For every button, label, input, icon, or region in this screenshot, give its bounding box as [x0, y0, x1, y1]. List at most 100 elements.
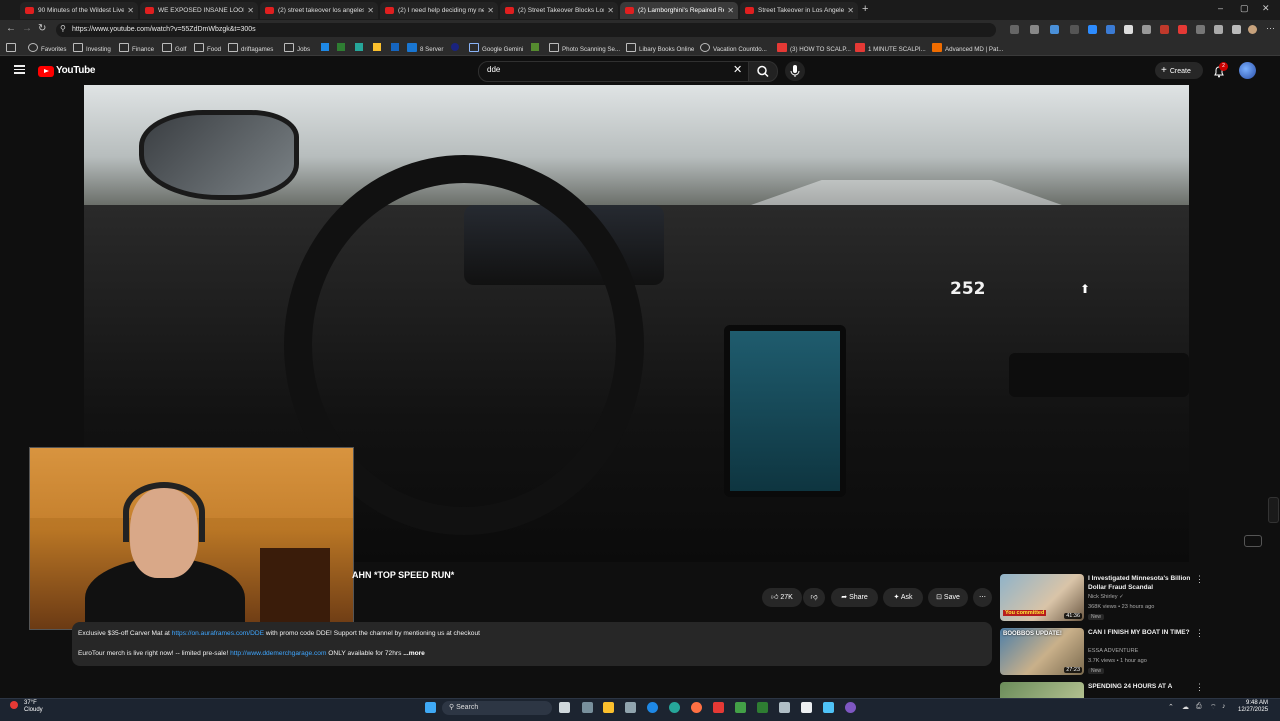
create-button[interactable]: + Create — [1155, 62, 1203, 79]
extension-icon[interactable] — [1010, 25, 1019, 34]
youtube-logo-icon[interactable] — [38, 66, 54, 77]
description-link[interactable]: https://on.auraframes.com/DDE — [172, 630, 264, 637]
search-input[interactable] — [478, 61, 750, 82]
app-icon[interactable] — [801, 702, 812, 713]
tray-chevron-icon[interactable]: ⌃ — [1168, 703, 1174, 711]
share-button[interactable]: ➦ Share — [831, 588, 878, 607]
bookmark-folder-investing[interactable]: Investing — [73, 43, 111, 54]
favorites-icon[interactable] — [1232, 25, 1241, 34]
edge-browser-icon[interactable] — [669, 702, 680, 713]
start-menu-icon[interactable] — [425, 702, 436, 713]
bookmark-folder-jobs[interactable]: Jobs — [284, 43, 310, 54]
bookmark-folder-food[interactable]: Food — [194, 43, 221, 54]
maximize-button[interactable]: ▢ — [1240, 3, 1249, 14]
browser-tab[interactable]: WE EXPOSED INSANE LOOPHOLE✕ — [140, 2, 258, 19]
video-description[interactable] — [72, 622, 992, 666]
bookmark-folder-golf[interactable]: Golf — [162, 43, 186, 54]
extension-icon[interactable] — [1070, 25, 1079, 34]
save-button[interactable]: ⊡ Save — [928, 588, 968, 607]
close-tab-icon[interactable]: ✕ — [727, 2, 734, 19]
bookmark-advanced-md[interactable]: Advanced MD | Pat... — [932, 43, 1003, 54]
bookmark-8-server[interactable]: 8 Server — [407, 43, 443, 54]
browser-tab-active[interactable]: (2) Lamborghini's Repaired Revue✕ — [620, 2, 738, 19]
recommended-video[interactable]: SPENDING 24 HOURS AT A ⋮ — [1000, 682, 1270, 698]
recommended-video[interactable]: BOOBBOS UPDATE! 27:23 CAN I FINISH MY BO… — [1000, 628, 1270, 676]
bookmark-folder-finance[interactable]: Finance — [119, 43, 154, 54]
app-icon[interactable] — [647, 702, 658, 713]
tray-icon[interactable]: ☁ — [1182, 703, 1189, 711]
close-tab-icon[interactable]: ✕ — [367, 2, 374, 19]
app-icon[interactable] — [625, 702, 636, 713]
app-icon[interactable] — [845, 702, 856, 713]
firefox-icon[interactable] — [691, 702, 702, 713]
bookmark-icon[interactable] — [451, 43, 459, 51]
downloads-icon[interactable] — [1214, 25, 1223, 34]
site-info-icon[interactable]: ⚲ — [60, 24, 66, 33]
extension-icon[interactable] — [1178, 25, 1187, 34]
clear-search-icon[interactable]: ✕ — [733, 63, 742, 76]
taskbar-search[interactable]: ⚲ Search — [442, 701, 552, 715]
channel-name[interactable]: Nick Shirley ✓ — [1088, 594, 1124, 600]
bookmark-icon[interactable] — [373, 43, 381, 51]
dislike-button[interactable]: 👎︎ — [803, 588, 825, 607]
browser-tab[interactable]: 90 Minutes of the Wildest Live Tra✕ — [20, 2, 138, 19]
close-tab-icon[interactable]: ✕ — [127, 2, 134, 19]
recommended-title[interactable]: CAN I FINISH MY BOAT IN TIME? — [1088, 628, 1193, 637]
video-thumbnail[interactable] — [1000, 682, 1084, 698]
browser-menu-icon[interactable]: ⋯ — [1266, 23, 1275, 34]
bookmark-vacation-countdown[interactable]: Vacation Countdo... — [700, 43, 767, 54]
bookmarks-menu-icon[interactable] — [6, 43, 19, 54]
youtube-logo-text[interactable]: YouTube — [56, 65, 96, 76]
browser-tab[interactable]: Street Takeover in Los Angeles - Y✕ — [740, 2, 858, 19]
bookmark-photo-scanning[interactable]: Photo Scanning Se... — [549, 43, 620, 54]
search-button[interactable] — [748, 61, 778, 82]
show-more-button[interactable]: ...more — [403, 650, 425, 657]
brave-icon[interactable] — [713, 702, 724, 713]
bookmark-icon[interactable] — [337, 43, 345, 51]
channel-name[interactable]: ESSA ADVENTURE — [1088, 648, 1138, 654]
account-avatar[interactable] — [1239, 62, 1256, 79]
close-tab-icon[interactable]: ✕ — [487, 2, 494, 19]
network-icon[interactable]: ⌔ — [1210, 703, 1217, 712]
forward-button[interactable]: → — [22, 23, 32, 34]
extension-icon[interactable] — [1124, 25, 1133, 34]
taskbar-clock[interactable]: 9:48 AM 12/27/2025 — [1238, 700, 1268, 714]
recommended-title[interactable]: I Investigated Minnesota's Billion Dolla… — [1088, 574, 1193, 592]
tray-icon[interactable]: ⎙ — [1196, 703, 1202, 711]
more-vertical-icon[interactable]: ⋮ — [1195, 682, 1204, 693]
app-icon[interactable] — [779, 702, 790, 713]
extension-icon[interactable] — [1142, 25, 1151, 34]
minimize-button[interactable]: – — [1218, 3, 1223, 13]
bookmark-library-books[interactable]: Libary Books Online — [626, 43, 694, 54]
more-actions-button[interactable]: ⋯ — [973, 588, 992, 607]
close-tab-icon[interactable]: ✕ — [607, 2, 614, 19]
close-tab-icon[interactable]: ✕ — [847, 2, 854, 19]
xbox-icon[interactable] — [735, 702, 746, 713]
extension-icon[interactable] — [1030, 25, 1039, 34]
task-view-icon[interactable] — [559, 702, 570, 713]
app-icon[interactable] — [823, 702, 834, 713]
reload-button[interactable]: ↻ — [38, 23, 46, 34]
more-vertical-icon[interactable]: ⋮ — [1195, 574, 1204, 585]
bookmark-favorites[interactable]: Favorites — [28, 43, 66, 54]
bookmark-1-minute-scalping[interactable]: 1 MINUTE SCALPI... — [855, 43, 926, 54]
url-text[interactable]: https://www.youtube.com/watch?v=55ZdDmWb… — [72, 24, 256, 36]
bookmark-icon[interactable] — [391, 43, 399, 51]
extension-icon[interactable] — [1160, 25, 1169, 34]
bookmark-how-to-scalp[interactable]: (3) HOW TO SCALP... — [777, 43, 851, 54]
bookmark-folder-driftagames[interactable]: driftagames — [228, 43, 273, 54]
player-control-icon[interactable] — [1244, 535, 1262, 547]
excel-icon[interactable] — [757, 702, 768, 713]
volume-icon[interactable]: ♪ — [1222, 703, 1226, 710]
browser-tab[interactable]: (2) street takeover los angeles - Yo✕ — [260, 2, 378, 19]
voice-search-button[interactable] — [785, 61, 805, 81]
bookmark-icon[interactable] — [355, 43, 363, 51]
close-window-button[interactable]: ✕ — [1262, 3, 1270, 14]
description-link[interactable]: http://www.ddemerchgarage.com — [230, 650, 326, 657]
extension-icon[interactable] — [1106, 25, 1115, 34]
settings-icon[interactable] — [582, 702, 593, 713]
file-explorer-icon[interactable] — [603, 702, 614, 713]
like-button[interactable]: 👍︎ 27K — [762, 588, 802, 607]
extension-icon[interactable] — [1050, 25, 1059, 34]
recommended-video[interactable]: You committed 41:36 I Investigated Minne… — [1000, 574, 1270, 622]
